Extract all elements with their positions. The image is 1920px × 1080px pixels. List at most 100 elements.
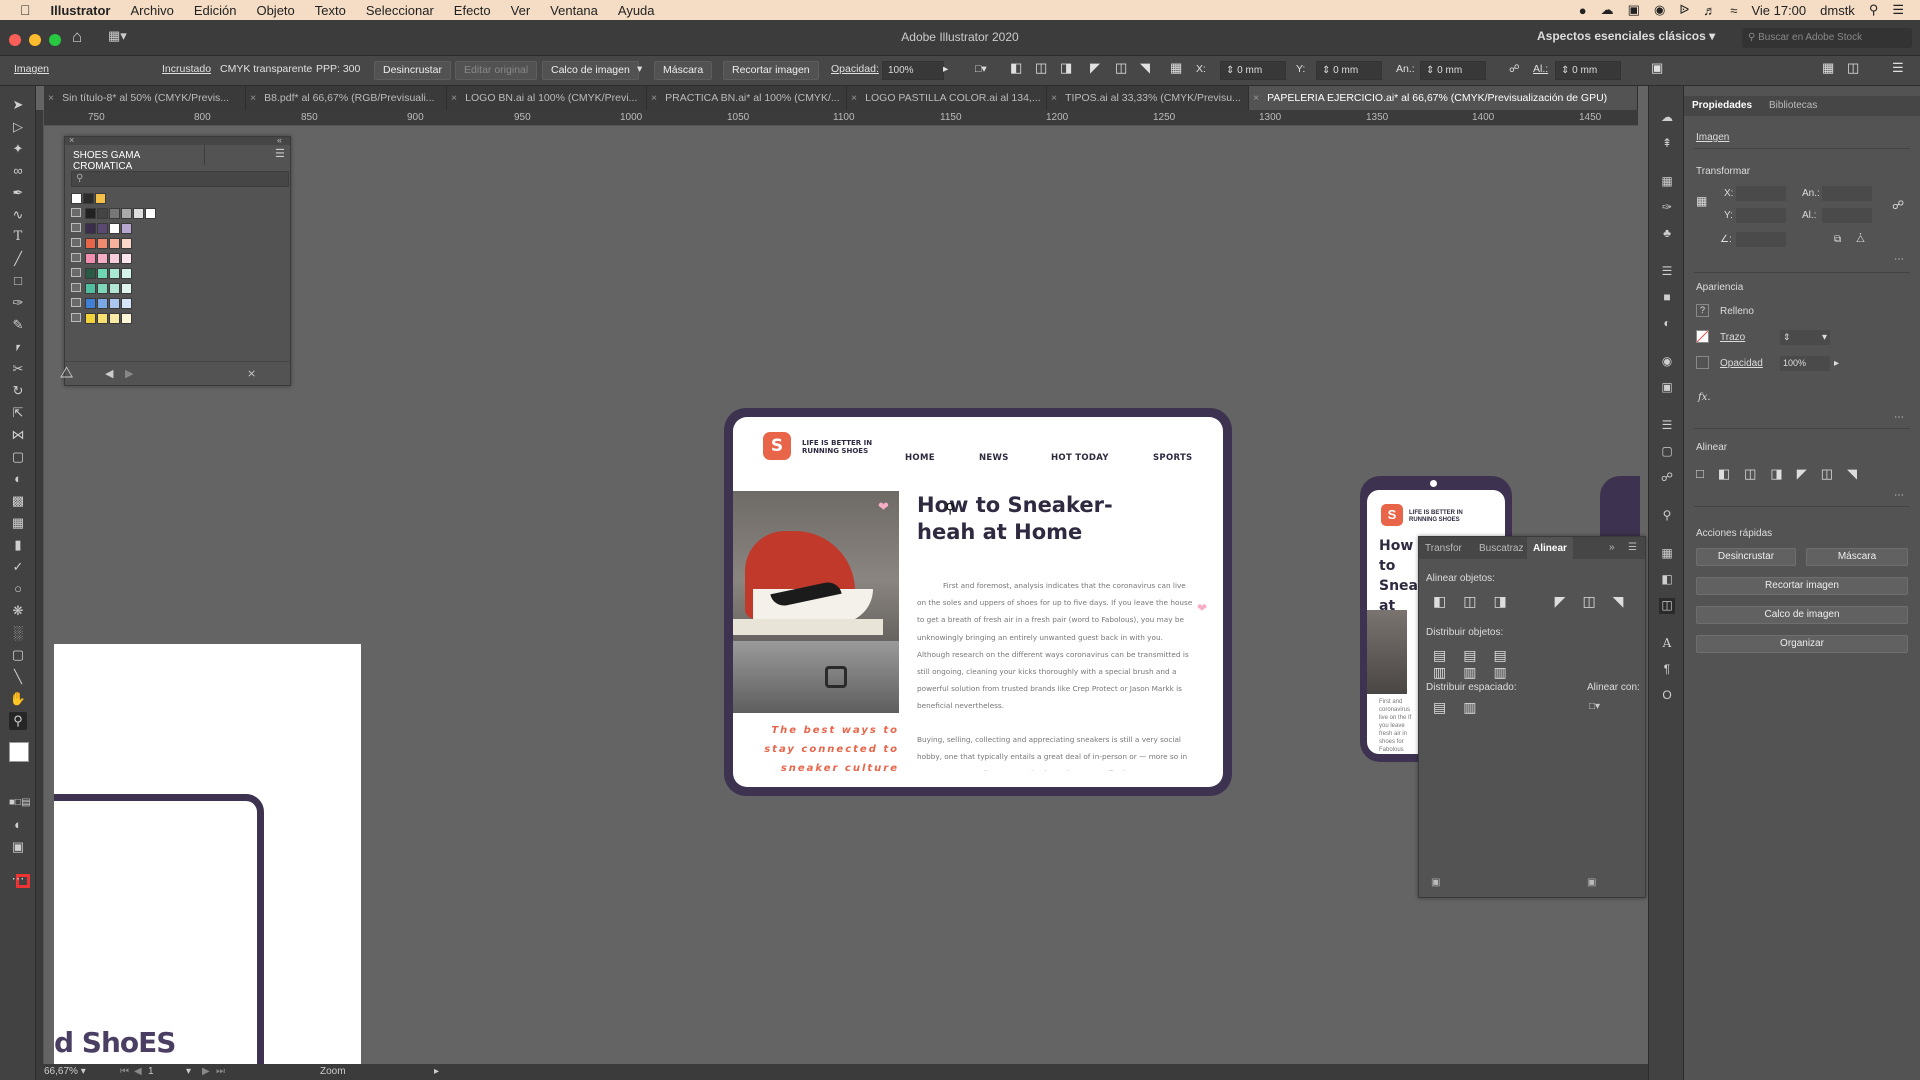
color-swatch[interactable] (85, 283, 96, 294)
rectangle-tool-icon[interactable]: □ (9, 272, 27, 290)
align-panel[interactable]: Transfor Buscatraz Alinear » ☰ Alinear o… (1418, 536, 1646, 898)
spotlight-search-icon[interactable]: ⚲ (1869, 2, 1879, 18)
swatch-group-folder-icon[interactable] (71, 253, 81, 262)
color-swatch[interactable] (97, 208, 108, 219)
quick-mask-button[interactable]: Máscara (1806, 548, 1908, 566)
quick-arrange-button[interactable]: Organizar (1696, 635, 1908, 653)
menu-objeto[interactable]: Objeto (246, 3, 304, 18)
character-icon[interactable]: A (1659, 636, 1675, 652)
align-panel-menu-icon[interactable]: ☰ (1628, 542, 1637, 553)
h-prop-field[interactable] (1822, 208, 1872, 223)
object-type-link[interactable]: Imagen (14, 63, 49, 75)
curvature-tool-icon[interactable]: ∿ (9, 206, 27, 224)
first-artboard-icon[interactable]: ⏮ (120, 1066, 129, 1077)
navigator-icon[interactable]: ⚲ (1659, 508, 1675, 524)
symbol-sprayer-tool-icon[interactable]: ❋ (9, 602, 27, 620)
flip-horizontal-icon[interactable]: ⧉ (1834, 234, 1841, 245)
nav-hot-today[interactable]: HOT TODAY (1051, 453, 1109, 463)
links-icon[interactable]: ☍ (1659, 470, 1675, 486)
paintbrush-tool-icon[interactable]: ✑ (9, 294, 27, 312)
color-swatch[interactable] (133, 208, 144, 219)
color-swatch[interactable] (85, 253, 96, 264)
color-mode-icons[interactable]: ■□▤ (9, 794, 31, 812)
stroke-panel-icon[interactable]: ☰ (1659, 264, 1675, 280)
controlbar-menu-icon[interactable]: ☰ (1892, 60, 1904, 76)
color-swatch[interactable] (121, 313, 132, 324)
artboards-icon[interactable]: ▢ (1659, 444, 1675, 460)
zoom-tool-icon[interactable]: ⚲ (9, 712, 27, 730)
opacity-arrow-icon[interactable]: ▸ (1834, 358, 1839, 369)
blend-tool-icon[interactable]: ○ (9, 580, 27, 598)
swatch-group-folder-icon[interactable] (71, 238, 81, 247)
fill-swatch-icon[interactable]: ? (1696, 304, 1709, 317)
menu-efecto[interactable]: Efecto (444, 3, 501, 18)
favorite-heart-icon[interactable]: ❤ (878, 499, 889, 515)
perspective-grid-tool-icon[interactable]: ▩ (9, 492, 27, 510)
next-artboard-icon[interactable]: ▶ (202, 1066, 210, 1077)
menu-edicion[interactable]: Edición (184, 3, 247, 18)
layers-icon[interactable]: ☰ (1659, 418, 1675, 434)
transform-grid-icon[interactable]: ▦ (1170, 60, 1182, 76)
mask-button[interactable]: Máscara (654, 61, 713, 80)
tablet-screen[interactable]: S LIFE IS BETTER IN RUNNING SHOES HOME N… (733, 417, 1223, 787)
type-tool-icon[interactable]: T (9, 228, 27, 246)
align-top-icon[interactable]: ◤ (1090, 60, 1100, 76)
align-hcenter-icon[interactable]: ◫ (1035, 60, 1047, 76)
paragraph-icon[interactable]: ¶ (1659, 662, 1675, 678)
menu-seleccionar[interactable]: Seleccionar (356, 3, 444, 18)
more-transform-icon[interactable]: ⋯ (1894, 254, 1904, 265)
stroke-swatch-prop-icon[interactable] (1696, 330, 1709, 343)
stroke-weight-dropdown-icon[interactable]: ▾ (1822, 332, 1827, 343)
tab-pathfinder[interactable]: Buscatraz (1479, 543, 1523, 554)
more-appearance-icon[interactable]: ⋯ (1894, 412, 1904, 423)
asset-export-icon[interactable]: ⇞ (1659, 136, 1675, 152)
selected-object-type[interactable]: Imagen (1696, 132, 1729, 143)
app-menu[interactable]: Illustrator (41, 3, 121, 18)
artboard-tool-icon[interactable]: ▢ (9, 646, 27, 664)
magic-wand-tool-icon[interactable]: ✦ (9, 140, 27, 158)
opacity-field[interactable]: 100% (882, 61, 944, 80)
w-field[interactable]: ⇕ 0 mm (1420, 61, 1486, 80)
color-swatch[interactable] (109, 253, 120, 264)
align-left-icon[interactable]: ◧ (1010, 60, 1022, 76)
quick-trace-button[interactable]: Calco de imagen (1696, 606, 1908, 624)
color-swatch[interactable] (121, 298, 132, 309)
tab-papeleria-ejercicio[interactable]: × PAPELERIA EJERCICIO.ai* al 66,67% (CMYK… (1249, 86, 1638, 110)
color-swatch[interactable] (121, 253, 132, 264)
color-swatch[interactable] (121, 223, 132, 234)
close-panel-icon[interactable]: × (69, 135, 74, 145)
w-prop-field[interactable] (1822, 186, 1872, 201)
creative-cloud-icon[interactable]: ● (1579, 3, 1587, 18)
more-align-icon[interactable]: ⋯ (1894, 490, 1904, 501)
align-vcenter-icon[interactable]: ◫ (1115, 60, 1127, 76)
rotate-tool-icon[interactable]: ↻ (9, 382, 27, 400)
lasso-tool-icon[interactable]: ∞ (9, 162, 27, 180)
transform-options-icon[interactable]: ▣ (1651, 60, 1663, 76)
align-panel-footer-icon[interactable]: ▣ (1431, 877, 1440, 888)
swatch-grid[interactable] (71, 193, 271, 343)
color-swatch[interactable] (95, 193, 106, 204)
collapse-panel-icon[interactable]: « (277, 135, 282, 145)
color-swatch[interactable] (145, 208, 156, 219)
vertical-ruler[interactable] (36, 110, 44, 1070)
tab-tipos[interactable]: × TIPOS.ai al 33,33% (CMYK/Previsu... (1047, 86, 1249, 110)
swatch-group-folder-icon[interactable] (71, 283, 81, 292)
nav-sports[interactable]: SPORTS (1153, 453, 1192, 463)
user-name[interactable]: dmstk (1820, 3, 1855, 18)
color-swatch[interactable] (97, 223, 108, 234)
tab-propiedades[interactable]: Propiedades (1692, 100, 1752, 111)
transparency-icon[interactable]: ◐ (1659, 316, 1675, 332)
slice-tool-icon[interactable]: ╲ (9, 668, 27, 686)
quick-unembed-button[interactable]: Desincrustar (1696, 548, 1796, 566)
y-field[interactable]: ⇕ 0 mm (1316, 61, 1382, 80)
align-to-dropdown[interactable]: □▾ (1589, 701, 1600, 712)
color-swatch[interactable] (109, 238, 120, 249)
color-swatch[interactable] (109, 283, 120, 294)
color-swatch[interactable] (83, 193, 94, 204)
swatches-panel[interactable]: × « SHOES GAMA CROMATICA ☰ ⚲ ⃤ ◀ ▶ ⨯ (64, 135, 291, 386)
color-swatch[interactable] (109, 208, 120, 219)
arrange-docs-icon[interactable]: ▦ (1822, 60, 1834, 76)
color-swatch[interactable] (97, 283, 108, 294)
color-swatch[interactable] (109, 313, 120, 324)
graphic-styles-icon[interactable]: ▣ (1659, 380, 1675, 396)
